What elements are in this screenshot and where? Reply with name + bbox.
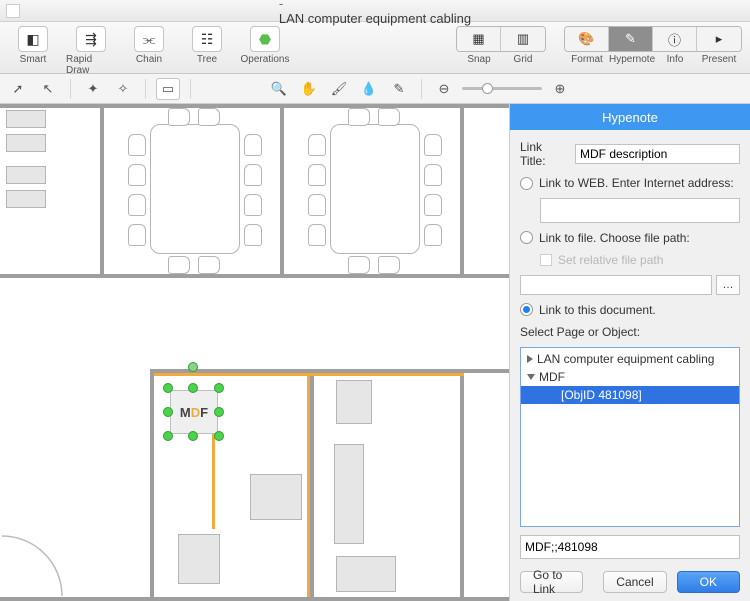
chain-button[interactable]: ⫘Chain xyxy=(124,26,174,76)
object-tree[interactable]: LAN computer equipment cabling MDF [ObjI… xyxy=(520,347,740,527)
panel-header: Hypenote xyxy=(510,104,750,130)
selection-handle[interactable] xyxy=(163,407,173,417)
link-title-label: Link Title: xyxy=(520,140,567,168)
tree-leaf-selected[interactable]: [ObjID 481098] xyxy=(521,386,739,404)
select-tool-icon[interactable]: ↖ xyxy=(36,78,60,100)
window-titlebar: Nertwork-layout-floorplan - LAN computer… xyxy=(0,0,750,22)
browse-button[interactable]: … xyxy=(716,275,740,295)
select-page-label: Select Page or Object: xyxy=(520,325,740,339)
canvas[interactable]: MDF xyxy=(0,104,510,601)
hypernote-panel: Hypenote Link Title: Link to WEB. Enter … xyxy=(510,104,750,601)
door-arc xyxy=(0,534,80,601)
result-input[interactable] xyxy=(520,535,740,560)
rotate-handle[interactable] xyxy=(188,362,198,372)
web-address-input[interactable] xyxy=(540,198,740,223)
tree-node-root[interactable]: LAN computer equipment cabling xyxy=(521,350,739,368)
wand-tool-icon[interactable]: ✦ xyxy=(81,78,105,100)
main-area: MDF Hypenote Link Title: xyxy=(0,104,750,601)
selection-handle[interactable] xyxy=(214,431,224,441)
radio-link-document[interactable]: Link to this document. xyxy=(520,303,740,317)
tree-node-mdf[interactable]: MDF xyxy=(521,368,739,386)
selection-handle[interactable] xyxy=(188,383,198,393)
zoom-slider[interactable] xyxy=(462,87,542,90)
arrow-tool-icon[interactable]: ➚ xyxy=(6,78,30,100)
ok-button[interactable]: OK xyxy=(677,571,740,593)
app-icon xyxy=(6,4,20,18)
radio-link-file[interactable]: Link to file. Choose file path: xyxy=(520,231,740,245)
link-title-input[interactable] xyxy=(575,144,740,164)
present-tab[interactable]: ▸ xyxy=(697,27,741,51)
selection-handle[interactable] xyxy=(214,407,224,417)
tree-button[interactable]: ☷Tree xyxy=(182,26,232,76)
selection-handle[interactable] xyxy=(214,383,224,393)
zoom-in-icon[interactable]: ⊕ xyxy=(548,78,572,100)
relative-path-checkbox: Set relative file path xyxy=(540,253,740,267)
smart-button[interactable]: ◧Smart xyxy=(8,26,58,76)
hypernote-tab[interactable]: ✎ xyxy=(609,27,653,51)
selection-handle[interactable] xyxy=(163,383,173,393)
go-to-link-button[interactable]: Go to Link xyxy=(520,571,583,593)
mdf-object[interactable]: MDF xyxy=(170,390,218,434)
radio-link-web[interactable]: Link to WEB. Enter Internet address: xyxy=(520,176,740,190)
inspector-segment: 🎨 ✎ ⓘ ▸ xyxy=(564,26,742,52)
selection-handle[interactable] xyxy=(188,431,198,441)
toolbar-left-group: ◧Smart ⇶Rapid Draw ⫘Chain ☷Tree ⬣Operati… xyxy=(8,26,290,76)
cancel-button[interactable]: Cancel xyxy=(603,571,666,593)
shape-tool-icon[interactable]: ▭ xyxy=(156,78,180,100)
file-path-input[interactable] xyxy=(520,275,712,295)
wand2-tool-icon[interactable]: ✧ xyxy=(111,78,135,100)
selection-handle[interactable] xyxy=(163,431,173,441)
rapid-draw-button[interactable]: ⇶Rapid Draw xyxy=(66,26,116,76)
info-tab[interactable]: ⓘ xyxy=(653,27,697,51)
grid-button[interactable]: ▥ xyxy=(501,27,545,51)
format-tab[interactable]: 🎨 xyxy=(565,27,609,51)
